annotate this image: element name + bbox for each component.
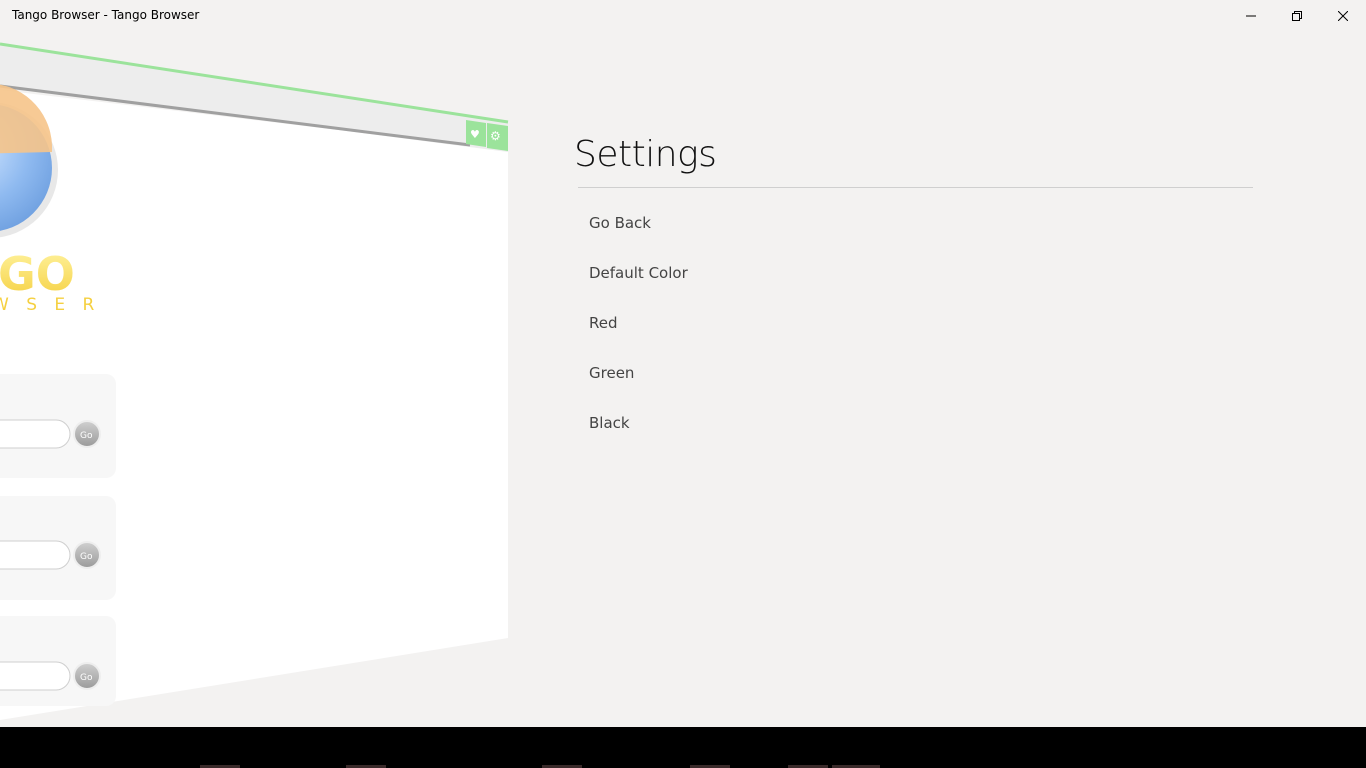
preview-search-panel-1: Go [0,374,116,478]
browser-preview: ♥ ⚙ GO W S E R Go Go Go [0,42,509,720]
menu-item-black[interactable]: Black [589,414,630,432]
menu-item-default-color[interactable]: Default Color [589,264,688,282]
menu-item-green[interactable]: Green [589,364,634,382]
go-button-2[interactable]: Go [80,552,93,562]
taskbar [0,727,1366,768]
logo-text: GO [0,247,75,301]
restore-icon [1292,11,1302,21]
settings-divider [578,187,1253,188]
logo-subtext: W S E R [0,295,100,315]
close-icon [1338,11,1348,21]
minimize-button[interactable] [1228,0,1274,32]
window-title: Tango Browser - Tango Browser [12,8,200,22]
gear-icon[interactable]: ⚙ [490,129,501,143]
preview-search-panel-3: Go [0,616,116,706]
restore-button[interactable] [1274,0,1320,32]
close-button[interactable] [1320,0,1366,32]
menu-item-go-back[interactable]: Go Back [589,214,651,232]
preview-search-panel-2: Go [0,496,116,600]
heart-icon[interactable]: ♥ [470,128,480,141]
menu-item-red[interactable]: Red [589,314,618,332]
settings-title: Settings [574,134,717,175]
minimize-icon [1246,15,1256,17]
go-button-1[interactable]: Go [80,431,93,441]
title-bar: Tango Browser - Tango Browser [0,0,1366,32]
go-button-3[interactable]: Go [80,673,93,683]
